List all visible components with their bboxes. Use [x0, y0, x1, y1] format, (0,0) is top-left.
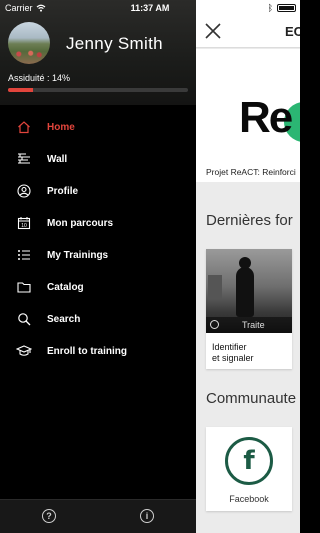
- svg-text:10: 10: [21, 223, 27, 229]
- menu-item-label: Profile: [47, 185, 79, 197]
- menu-item-mon-parcours[interactable]: 10 Mon parcours: [0, 208, 196, 238]
- training-title-line2: et signaler: [212, 353, 254, 363]
- calendar-icon: 10: [16, 215, 32, 231]
- training-title-line1: Identifier: [212, 342, 247, 352]
- section-title-trainings: Dernières for: [206, 212, 293, 229]
- info-icon[interactable]: i: [140, 509, 154, 523]
- community-card-facebook[interactable]: f Facebook: [206, 427, 292, 511]
- bluetooth-icon: ᛒ: [267, 3, 273, 13]
- community-label: Facebook: [229, 494, 269, 504]
- home-icon: [16, 119, 32, 135]
- menu-item-catalog[interactable]: Catalog: [0, 272, 196, 302]
- menu-item-search[interactable]: Search: [0, 304, 196, 334]
- search-icon: [16, 311, 32, 327]
- training-image: Traite: [206, 249, 292, 333]
- menu-item-label: Enroll to training: [47, 345, 127, 357]
- profile-icon: [16, 183, 32, 199]
- assiduite-label: Assiduité : 14%: [8, 73, 71, 83]
- page-title: EC: [285, 24, 300, 39]
- section-title-community: Communaute: [206, 390, 297, 407]
- user-name: Jenny Smith: [66, 34, 163, 53]
- menu-item-label: Search: [47, 313, 81, 325]
- battery-icon: [277, 4, 296, 12]
- assiduite-progress-bar: [8, 88, 188, 92]
- menu-item-label: Catalog: [47, 281, 84, 293]
- main-content[interactable]: EC Re Projet ReACT: Reinforci Dernières …: [196, 0, 300, 533]
- menu-item-label: Home: [47, 121, 75, 133]
- menu-item-label: My Trainings: [47, 249, 109, 261]
- status-bar: Carrier 11:37 AM ᛒ: [0, 0, 300, 16]
- training-overlay: Traite: [206, 317, 292, 333]
- graduation-cap-icon: [16, 343, 32, 359]
- training-title: Identifier et signaler: [212, 342, 254, 364]
- menu-item-wall[interactable]: Wall: [0, 144, 196, 174]
- side-drawer: Jenny Smith Assiduité : 14% Home Wall Pr…: [0, 0, 196, 533]
- chat-icon: [210, 320, 219, 329]
- status-right: ᛒ: [268, 3, 296, 13]
- assiduite-progress-fill: [8, 88, 34, 92]
- menu-item-my-trainings[interactable]: My Trainings: [0, 240, 196, 270]
- banner-caption: Projet ReACT: Reinforci: [206, 167, 296, 177]
- wall-icon: [16, 151, 32, 167]
- menu-item-label: Mon parcours: [47, 217, 114, 229]
- menu-item-profile[interactable]: Profile: [0, 176, 196, 206]
- training-card[interactable]: Traite Identifier et signaler: [206, 249, 292, 369]
- menu-item-label: Wall: [47, 153, 68, 165]
- clock: 11:37 AM: [130, 3, 170, 13]
- menu-item-enroll[interactable]: Enroll to training: [0, 336, 196, 366]
- project-banner[interactable]: Re Projet ReACT: Reinforci: [196, 49, 300, 182]
- list-icon: [16, 247, 32, 263]
- folder-icon: [16, 279, 32, 295]
- drawer-footer: ? i: [0, 499, 196, 533]
- facebook-icon: f: [225, 437, 273, 485]
- help-icon[interactable]: ?: [42, 509, 56, 523]
- react-logo-text: Re: [239, 93, 293, 142]
- avatar[interactable]: [8, 22, 50, 64]
- close-icon[interactable]: [204, 22, 222, 40]
- menu-item-home[interactable]: Home: [0, 112, 196, 142]
- training-overlay-text: Traite: [242, 320, 265, 330]
